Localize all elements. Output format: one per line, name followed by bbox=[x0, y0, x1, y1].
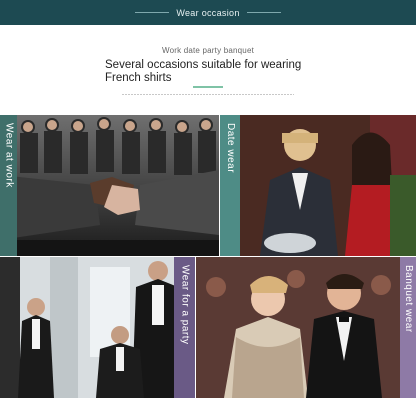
decorative-fine-rule bbox=[122, 94, 294, 95]
work-label-strip: Wear at work bbox=[0, 115, 17, 256]
work-photo-panel: Wear at work bbox=[0, 115, 219, 256]
banquet-photo-panel: Banquet wear bbox=[196, 257, 416, 398]
party-label: Wear for a party bbox=[179, 265, 191, 345]
party-label-strip: Wear for a party bbox=[174, 257, 195, 398]
date-label-strip: Date wear bbox=[220, 115, 240, 256]
banquet-label-strip: Banquet wear bbox=[400, 257, 416, 398]
men-in-tuxedos-photo bbox=[0, 257, 195, 398]
intro-section: Work date party banquet Several occasion… bbox=[0, 25, 416, 115]
accent-line bbox=[193, 86, 223, 88]
date-label: Date wear bbox=[225, 123, 236, 174]
business-handshake-photo bbox=[0, 115, 219, 256]
occasions-headline: Several occasions suitable for wearing F… bbox=[105, 59, 302, 84]
banquet-guests-photo bbox=[196, 257, 416, 398]
couple-date-photo bbox=[220, 115, 416, 256]
banquet-label: Banquet wear bbox=[403, 265, 414, 333]
banner-right-rule bbox=[246, 12, 281, 13]
top-banner: Wear occasion bbox=[0, 0, 416, 25]
banner-left-rule bbox=[135, 12, 170, 13]
banner-title: Wear occasion bbox=[176, 7, 240, 18]
occasions-subline: Work date party banquet bbox=[161, 46, 255, 55]
work-label: Wear at work bbox=[3, 123, 15, 188]
date-photo-panel: Date wear bbox=[220, 115, 416, 256]
party-photo-panel: Wear for a party bbox=[0, 257, 195, 398]
